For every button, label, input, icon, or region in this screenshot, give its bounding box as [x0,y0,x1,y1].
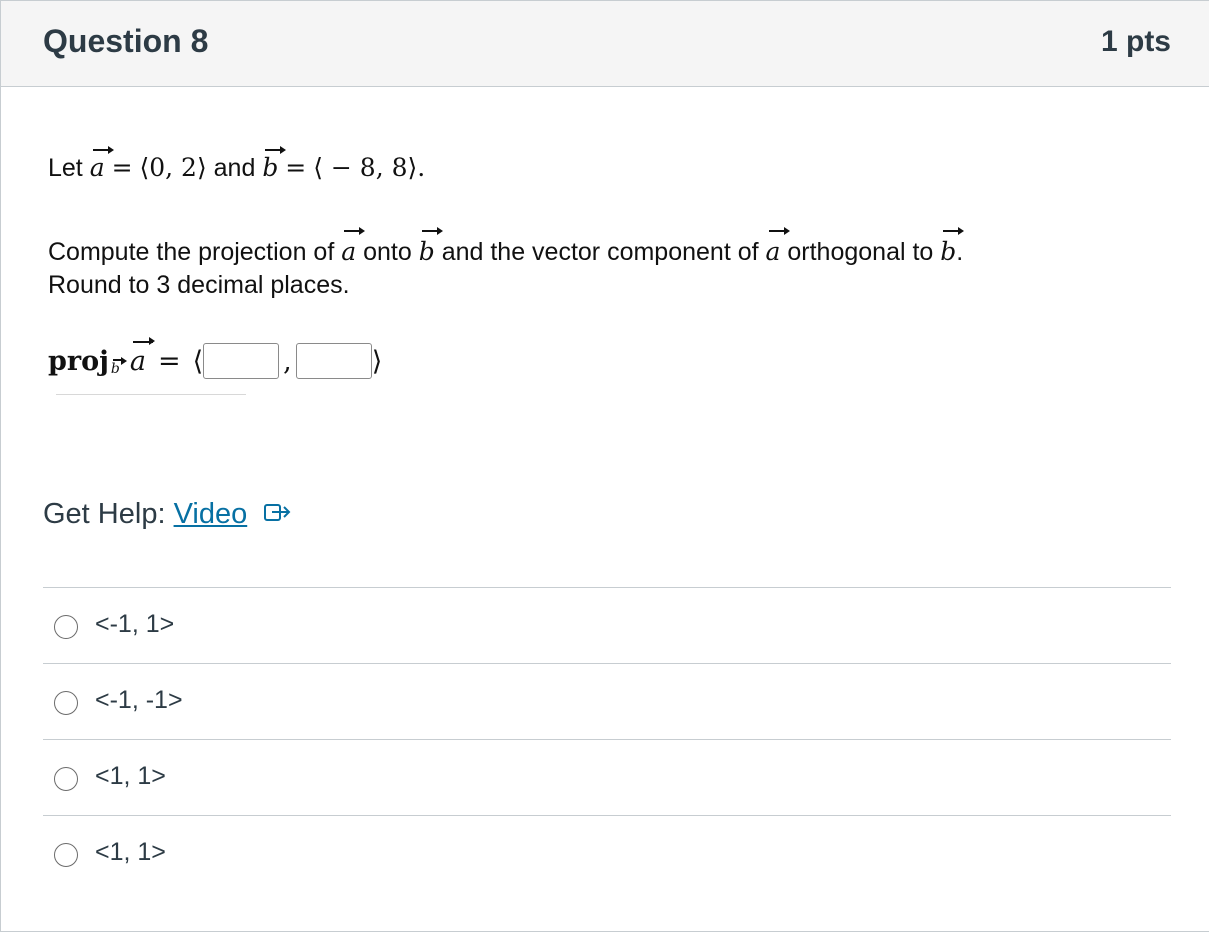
divider [56,394,246,395]
external-link-icon[interactable] [263,499,293,532]
instruction-text: orthogonal to [787,238,934,266]
get-help-row: Get Help: Video [43,498,293,532]
vector-a-symbol: a [341,226,366,270]
projection-x-input[interactable] [203,343,280,379]
round-instruction: Round to 3 decimal places. [48,271,350,299]
close-angle-bracket: ⟩ [371,345,383,377]
projection-y-input[interactable] [295,343,372,379]
comma-separator: , [283,345,292,377]
problem-given-vectors: Let a = ⟨0, 2⟩ and b = ⟨ − 8, 8⟩. [48,145,426,183]
question-title: Question 8 [43,23,209,59]
answer-option-2[interactable]: <-1, -1> [43,663,1171,739]
equals-sign: = [111,153,133,182]
option-label[interactable]: <-1, -1> [95,686,183,715]
vector-a-symbol: a [89,145,114,182]
problem-instruction: Compute the projection of a onto b and t… [48,226,965,270]
radio-button[interactable] [54,691,78,715]
instruction-text: and the vector component of [441,238,759,266]
answer-option-4[interactable]: <1, 1> [43,815,1171,891]
proj-subscript-b: b [110,356,127,377]
answer-option-3[interactable]: <1, 1> [43,739,1171,815]
equals-sign: = [285,153,307,182]
vector-b-symbol: b [940,226,965,270]
option-label[interactable]: <1, 1> [95,762,166,791]
vector-a-symbol: a [766,226,790,270]
proj-label: proj [48,345,109,377]
answer-option-1[interactable]: <-1, 1> [43,587,1171,663]
question-card: Question 8 1 pts Let a = ⟨0, 2⟩ and b = … [0,0,1209,932]
vector-b-symbol: b [262,145,287,182]
get-help-label: Get Help: [43,498,166,530]
radio-button[interactable] [54,615,78,639]
projection-answer-row: proj b a = ⟨ , ⟩ [48,337,383,379]
vector-a-value: ⟨0, 2⟩ [139,153,207,182]
question-points: 1 pts [1100,25,1171,58]
equals-sign: = [157,345,181,377]
and-word: and [213,154,256,182]
radio-button[interactable] [54,843,78,867]
option-label[interactable]: <1, 1> [95,838,166,867]
period: . [956,238,964,266]
instruction-text: Compute the projection of [48,238,335,266]
let-word: Let [48,154,83,182]
open-angle-bracket: ⟨ [192,345,204,377]
vector-b-value: ⟨ − 8, 8⟩. [313,153,426,182]
radio-button[interactable] [54,767,78,791]
video-link[interactable]: Video [174,498,248,530]
vector-a-symbol: a [129,337,156,377]
instruction-text: onto [363,238,412,266]
option-label[interactable]: <-1, 1> [95,610,174,639]
vector-b-symbol: b [419,226,443,270]
question-header: Question 8 1 pts [1,1,1209,87]
